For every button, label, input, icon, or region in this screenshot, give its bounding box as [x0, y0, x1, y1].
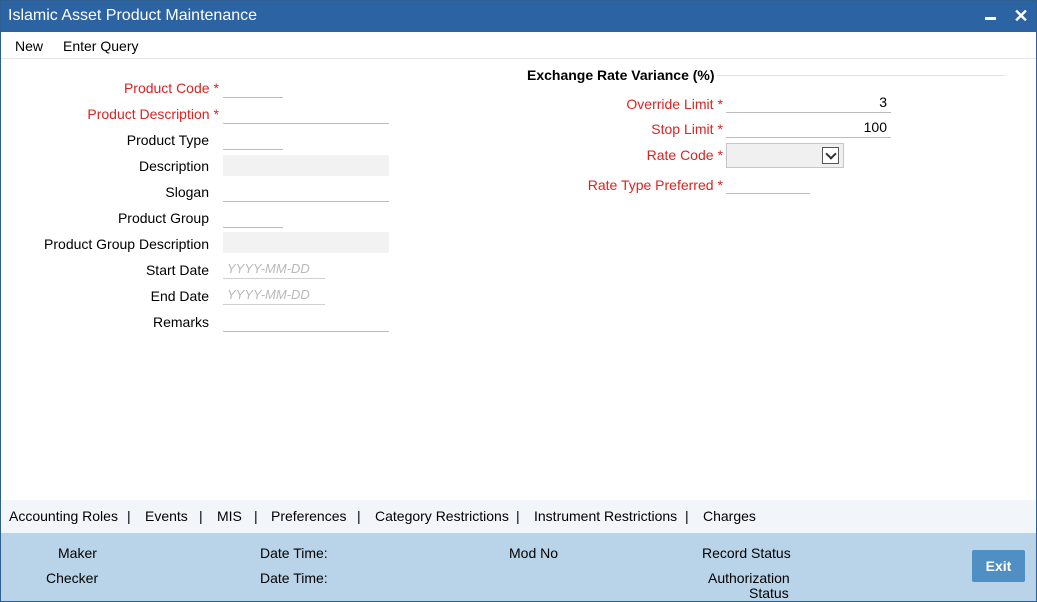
tab-separator: | — [199, 508, 203, 524]
authorization-status-label-line2: Status — [749, 585, 789, 601]
rate-type-preferred-input[interactable] — [726, 173, 810, 194]
product-code-label: Product Code * — [123, 80, 219, 96]
minimize-icon[interactable] — [980, 5, 1002, 27]
tab-charges[interactable]: Charges — [703, 508, 756, 524]
product-group-description-label: Product Group Description — [44, 236, 209, 252]
rate-code-label: Rate Code * — [646, 147, 723, 163]
tab-separator: | — [357, 508, 361, 524]
tab-separator: | — [685, 508, 689, 524]
end-date-input[interactable]: YYYY-MM-DD — [223, 284, 325, 305]
audit-footer: Maker Checker Date Time: Date Time: Mod … — [1, 533, 1036, 601]
chevron-down-icon[interactable] — [822, 147, 839, 164]
product-code-input[interactable] — [223, 77, 283, 98]
tab-category-restrictions[interactable]: Category Restrictions — [375, 508, 509, 524]
stop-limit-label: Stop Limit * — [651, 121, 723, 137]
sub-screen-tabs: Accounting Roles | Events | MIS | Prefer… — [1, 500, 1036, 533]
exit-button[interactable]: Exit — [972, 550, 1025, 582]
product-description-input[interactable] — [223, 103, 389, 124]
description-label: Description — [138, 158, 209, 174]
tab-accounting-roles[interactable]: Accounting Roles — [9, 508, 118, 524]
product-type-input[interactable] — [223, 129, 283, 150]
record-status-label: Record Status — [702, 545, 791, 561]
tab-mis[interactable]: MIS — [217, 508, 242, 524]
section-divider — [717, 75, 1005, 76]
tab-preferences[interactable]: Preferences — [271, 508, 346, 524]
tab-instrument-restrictions[interactable]: Instrument Restrictions — [534, 508, 677, 524]
remarks-label: Remarks — [152, 314, 209, 330]
tab-separator: | — [516, 508, 520, 524]
end-date-label: End Date — [150, 288, 209, 304]
mod-no-label: Mod No — [509, 545, 559, 561]
start-date-input[interactable]: YYYY-MM-DD — [223, 258, 325, 279]
maintenance-window: Islamic Asset Product Maintenance ✕ New … — [0, 0, 1037, 602]
menu-bar: New Enter Query — [1, 32, 1036, 59]
product-description-label: Product Description * — [87, 106, 219, 122]
product-group-input[interactable] — [223, 207, 283, 228]
exchange-rate-variance-heading: Exchange Rate Variance (%) — [527, 67, 715, 83]
product-group-description-input — [223, 232, 389, 253]
tab-separator: | — [254, 508, 258, 524]
maker-date-time-label: Date Time: — [260, 545, 328, 561]
slogan-input[interactable] — [223, 181, 389, 202]
override-limit-input[interactable]: 3 — [726, 92, 891, 113]
checker-date-time-label: Date Time: — [260, 570, 328, 586]
rate-code-select[interactable] — [726, 143, 844, 168]
authorization-status-label-line1: Authorization — [708, 570, 790, 586]
new-menu-item[interactable]: New — [15, 38, 43, 54]
product-group-label: Product Group — [117, 210, 209, 226]
remarks-input[interactable] — [223, 311, 389, 332]
slogan-label: Slogan — [165, 184, 209, 200]
rate-type-preferred-label: Rate Type Preferred * — [587, 177, 723, 193]
stop-limit-input[interactable]: 100 — [726, 117, 891, 138]
window-title: Islamic Asset Product Maintenance — [8, 7, 258, 24]
maker-label: Maker — [58, 545, 97, 561]
description-input — [223, 155, 389, 176]
start-date-label: Start Date — [145, 262, 209, 278]
tab-events[interactable]: Events — [145, 508, 188, 524]
product-type-label: Product Type — [126, 132, 209, 148]
enter-query-menu-item[interactable]: Enter Query — [63, 38, 138, 54]
title-bar: Islamic Asset Product Maintenance ✕ — [1, 1, 1036, 32]
override-limit-label: Override Limit * — [626, 96, 723, 112]
checker-label: Checker — [46, 570, 99, 586]
close-icon[interactable]: ✕ — [1010, 5, 1032, 27]
tab-separator: | — [127, 508, 131, 524]
